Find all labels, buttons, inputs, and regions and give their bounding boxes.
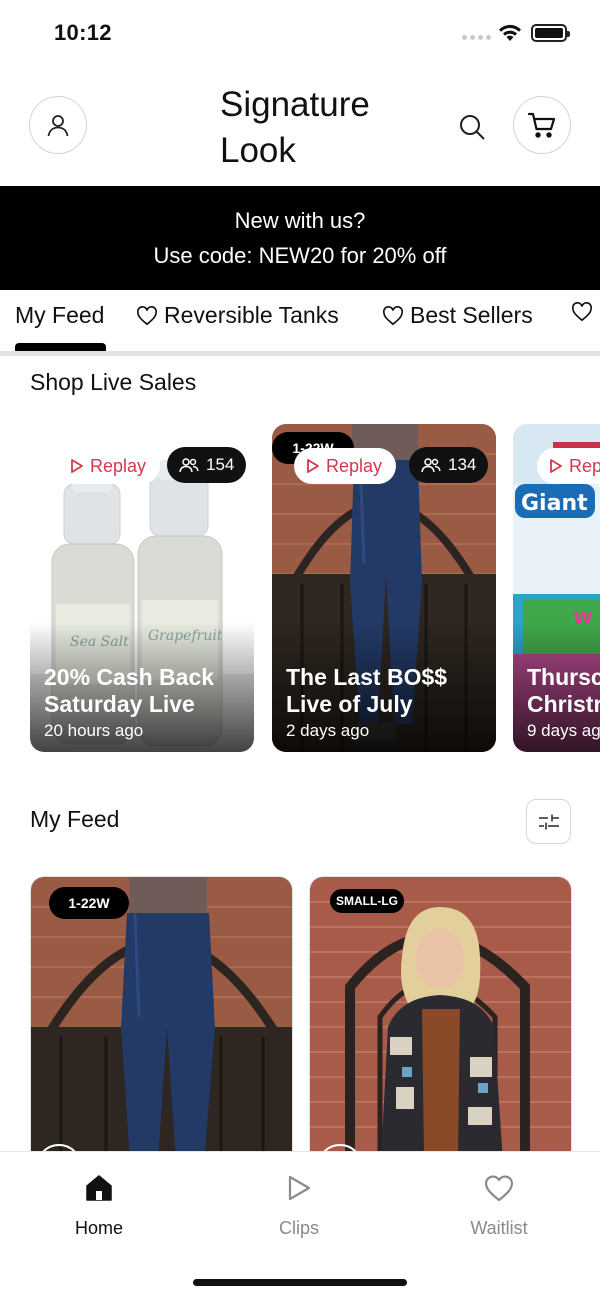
category-tabs: My Feed Reversible Tanks Best Sellers bbox=[0, 290, 600, 356]
heart-icon bbox=[484, 1175, 514, 1202]
viewers-icon bbox=[179, 458, 199, 473]
nav-label: Waitlist bbox=[470, 1218, 528, 1238]
home-icon bbox=[86, 1175, 112, 1201]
play-icon bbox=[71, 459, 83, 473]
tab-label: Best Sellers bbox=[410, 302, 533, 328]
home-indicator bbox=[193, 1279, 407, 1286]
live-section-title: Shop Live Sales bbox=[30, 369, 197, 395]
replay-badge[interactable]: Rep bbox=[537, 448, 600, 484]
replay-label: Rep bbox=[569, 455, 600, 476]
account-button[interactable] bbox=[29, 96, 87, 154]
live-card[interactable]: 1-22W Replay 134 The Last BO$$ Live of J… bbox=[272, 424, 496, 752]
live-card[interactable]: Giant W Rep Thursc Christr 9 days ag bbox=[513, 424, 600, 752]
app-header: Signature Look bbox=[0, 66, 600, 186]
live-card-title: The Last BO$$ Live of July bbox=[286, 664, 448, 717]
signal-dots-icon bbox=[462, 35, 491, 40]
play-icon bbox=[307, 459, 319, 473]
tab-label: Reversible Tanks bbox=[164, 302, 339, 328]
size-tag: 1-22W bbox=[49, 887, 129, 919]
nav-home[interactable]: Home bbox=[39, 1168, 159, 1239]
play-icon bbox=[550, 459, 562, 473]
live-card-time: 9 days ag bbox=[527, 721, 600, 740]
replay-badge[interactable]: Replay bbox=[294, 448, 397, 484]
live-card-time: 20 hours ago bbox=[44, 721, 144, 740]
feed-section-title: My Feed bbox=[30, 806, 120, 832]
user-icon bbox=[47, 115, 69, 137]
tab-my-feed[interactable]: My Feed bbox=[15, 302, 104, 329]
cart-icon bbox=[527, 112, 556, 138]
sliders-icon bbox=[538, 814, 559, 829]
size-tag: SMALL-LG bbox=[330, 889, 404, 913]
wifi-icon bbox=[499, 24, 521, 41]
viewer-count: 154 bbox=[206, 455, 235, 474]
heart-icon bbox=[137, 305, 157, 325]
tab-label: My Feed bbox=[15, 302, 105, 328]
tab-reversible-tanks[interactable]: Reversible Tanks bbox=[136, 302, 339, 329]
filter-button[interactable] bbox=[526, 799, 571, 844]
search-button[interactable] bbox=[455, 110, 489, 144]
feed-card-image bbox=[310, 877, 571, 1175]
product-brand-text: Giant bbox=[521, 491, 588, 516]
brand-title[interactable]: Signature Look bbox=[220, 82, 420, 174]
nav-clips[interactable]: Clips bbox=[239, 1168, 359, 1239]
nav-waitlist[interactable]: Waitlist bbox=[439, 1168, 559, 1239]
nav-label: Home bbox=[74, 1218, 123, 1238]
cart-button[interactable] bbox=[513, 96, 571, 154]
active-tab-indicator bbox=[15, 343, 106, 351]
battery-icon bbox=[531, 24, 570, 42]
viewer-count-badge: 134 bbox=[409, 447, 489, 483]
status-bar: 10:12 bbox=[0, 0, 600, 66]
viewers-icon bbox=[421, 458, 441, 473]
status-time: 10:12 bbox=[54, 20, 112, 45]
viewer-count: 134 bbox=[448, 455, 477, 474]
promo-line-2: Use code: NEW20 for 20% off bbox=[153, 243, 447, 268]
feed-card-image bbox=[31, 877, 292, 1175]
play-icon bbox=[288, 1175, 311, 1201]
feed-card[interactable]: SMALL-LG bbox=[309, 876, 572, 1176]
tab-more[interactable] bbox=[571, 302, 593, 322]
live-card[interactable]: Sea Salt Grapefruit Replay 154 20% Cash … bbox=[30, 424, 254, 752]
live-card-time: 2 days ago bbox=[286, 721, 370, 740]
brand-line-2: Look bbox=[220, 131, 296, 170]
heart-icon bbox=[572, 302, 592, 322]
brand-line-1: Signature bbox=[220, 85, 370, 124]
replay-badge[interactable]: Replay bbox=[58, 448, 161, 484]
feed-card[interactable]: 1-22W bbox=[30, 876, 293, 1176]
tab-best-sellers[interactable]: Best Sellers bbox=[382, 302, 533, 329]
bottom-nav: Home Clips Waitlist bbox=[0, 1151, 600, 1299]
promo-line-1: New with us? bbox=[234, 208, 366, 233]
viewer-count-badge: 154 bbox=[167, 447, 247, 483]
search-icon bbox=[460, 115, 485, 140]
live-card-title: Thursc Christr bbox=[527, 664, 600, 717]
replay-label: Replay bbox=[90, 455, 147, 476]
promo-banner[interactable]: New with us? Use code: NEW20 for 20% off bbox=[0, 186, 600, 290]
nav-label: Clips bbox=[278, 1218, 319, 1238]
live-card-title: 20% Cash Back Saturday Live bbox=[44, 664, 215, 717]
heart-icon bbox=[383, 305, 403, 325]
replay-label: Replay bbox=[326, 455, 383, 476]
